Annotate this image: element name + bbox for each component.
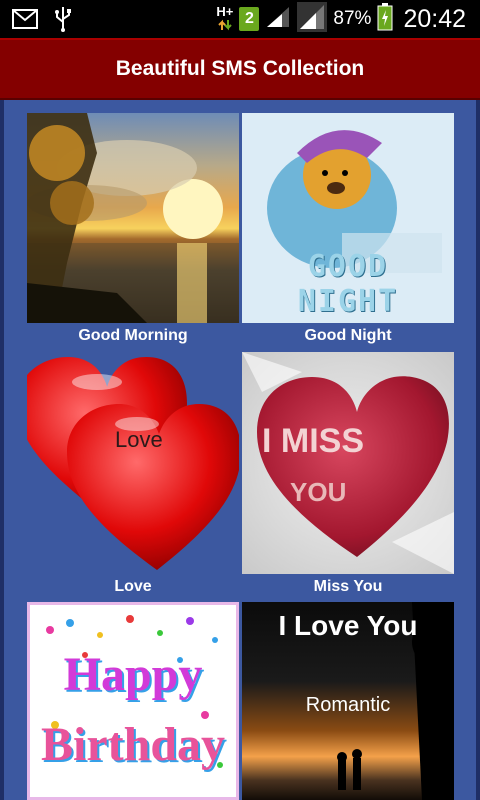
category-good-night[interactable]: GOOD NIGHT Good Night <box>242 113 454 349</box>
app-title: Beautiful SMS Collection <box>115 57 365 80</box>
miss-you-heart-image: I MISS YOU <box>242 352 454 574</box>
battery-percent: 87% <box>333 8 372 29</box>
romantic-image: I Love You Romantic <box>242 602 454 800</box>
battery-charging-icon <box>377 2 393 36</box>
image-caption-text: YOU <box>290 477 347 507</box>
image-caption-text: I MISS <box>262 422 365 460</box>
signal-icon <box>265 5 291 34</box>
category-miss-you[interactable]: I MISS YOU Miss You <box>242 352 454 600</box>
category-romantic[interactable]: I Love You Romantic <box>242 602 454 800</box>
status-left-icons <box>12 6 72 37</box>
clock: 20:42 <box>403 4 466 33</box>
sim-2-icon: 2 <box>239 7 260 31</box>
data-arrows-icon: H+ <box>216 4 234 32</box>
image-caption-text: Birthday <box>40 718 226 771</box>
status-right-icons: H+ 2 87% 20:42 <box>216 0 466 38</box>
usb-icon <box>54 6 72 37</box>
network-type: H+ <box>216 4 234 19</box>
email-icon <box>12 9 38 34</box>
app-title-bar: Beautiful SMS Collection <box>0 38 480 100</box>
category-label: Miss You <box>313 578 383 595</box>
category-label: Good Night <box>304 327 392 344</box>
status-bar: H+ 2 87% 20:42 <box>0 0 480 38</box>
image-caption-text: I Love You <box>278 610 418 641</box>
image-caption-text: Romantic <box>305 694 391 716</box>
category-label: Love <box>114 578 152 595</box>
image-caption-text: Love <box>115 427 163 452</box>
category-love[interactable]: Love Love <box>27 352 239 600</box>
signal-icon <box>297 1 328 37</box>
image-caption-text: GOOD NIGHT <box>297 249 399 319</box>
happy-birthday-image: Happy Birthday <box>27 602 239 800</box>
category-grid: Good Morning GOOD NIGHT Good Night Love … <box>0 100 480 800</box>
good-night-bear-image: GOOD NIGHT <box>242 113 454 323</box>
image-caption-text: Happy <box>63 648 203 701</box>
hearts-image: Love <box>27 352 239 574</box>
category-label: Good Morning <box>78 327 188 344</box>
sunset-image <box>27 113 239 323</box>
category-happy-birthday[interactable]: Happy Birthday <box>27 602 239 800</box>
category-good-morning[interactable]: Good Morning <box>27 113 239 349</box>
